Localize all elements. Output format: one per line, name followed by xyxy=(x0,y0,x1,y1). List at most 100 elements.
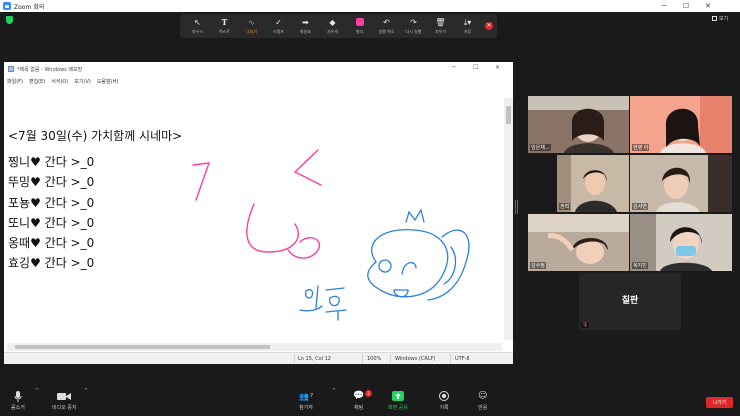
tool-arrow[interactable]: ➡ 화살표 xyxy=(292,15,319,37)
trash-icon: 🗑 xyxy=(435,17,446,27)
security-shield-icon[interactable] xyxy=(6,16,13,24)
divider xyxy=(362,354,363,363)
participant-tile[interactable]: 현영 이 xyxy=(630,96,732,153)
participant-name: 복지민 xyxy=(632,262,648,269)
stop-annotation-button[interactable]: ✕ xyxy=(485,22,493,30)
tool-text[interactable]: T 텍스트 xyxy=(211,15,238,37)
divider xyxy=(390,354,391,363)
pink-stroke-u xyxy=(246,203,299,253)
window-title: Zoom 회의 xyxy=(14,3,45,11)
tool-save[interactable]: ⤓▾ 저장 xyxy=(454,15,481,37)
chat-label: 채팅 xyxy=(354,405,364,411)
line-ending: Windows (CRLF) xyxy=(395,356,436,362)
annotation-drawing xyxy=(192,149,470,321)
muted-mic-icon: 🎙 xyxy=(581,322,590,328)
chevron-up-icon[interactable]: ^ xyxy=(84,388,88,394)
mute-label: 음소거 xyxy=(11,405,25,411)
pink-stroke-lt xyxy=(293,149,322,186)
participant-tile[interactable]: 김수정 xyxy=(528,214,629,271)
participant-name: 김서연 xyxy=(632,203,648,210)
record-label: 기록 xyxy=(439,405,449,411)
annotation-toolbar: ↖ 마우스 T 텍스트 ∿ 그리기 ✓ 스탬프 ➡ 화살표 ◆ 지우개 형식 ↶ 실행 취소 … xyxy=(180,14,497,38)
view-button[interactable]: 보기 xyxy=(712,15,728,22)
participants-label: 참가자 xyxy=(299,405,313,411)
chat-unread-badge: 2 xyxy=(365,390,372,397)
participant-tile[interactable]: 권혁 xyxy=(557,155,629,212)
scroll-thumb[interactable] xyxy=(15,345,270,349)
scroll-thumb[interactable] xyxy=(506,106,511,124)
microphone-icon xyxy=(14,390,22,402)
participant-tile[interactable]: 복지민 xyxy=(630,214,732,271)
video-label: 비디오 중지 xyxy=(52,405,77,411)
minimize-icon[interactable]: ─ xyxy=(654,0,674,12)
share-screen-button[interactable]: 화면 공유 xyxy=(388,390,408,411)
blue-ear-inner xyxy=(443,246,457,285)
participant-tile-video-off[interactable]: 칠판 🎙 xyxy=(579,273,681,330)
participants-count: 7 xyxy=(309,393,314,399)
blue-scribble-2 xyxy=(325,287,347,321)
participant-tile[interactable]: 김서연 xyxy=(630,155,732,212)
redo-icon: ↷ xyxy=(410,17,417,27)
stamp-icon: ✓ xyxy=(275,17,282,27)
notepad-horizontal-scrollbar[interactable] xyxy=(7,343,502,351)
notepad-vertical-scrollbar[interactable] xyxy=(504,98,513,340)
eraser-icon: ◆ xyxy=(329,17,336,27)
tool-mouse[interactable]: ↖ 마우스 xyxy=(184,15,211,37)
smiley-icon: ☺ xyxy=(478,391,488,401)
undo-icon: ↶ xyxy=(383,17,390,27)
reactions-label: 반응 xyxy=(478,405,488,411)
chevron-up-icon[interactable]: ^ xyxy=(332,388,336,394)
tool-redo[interactable]: ↷ 다시 실행 xyxy=(400,15,427,37)
participants-icon: 👥 7 xyxy=(299,391,314,401)
tool-stamp[interactable]: ✓ 스탬프 xyxy=(265,15,292,37)
divider xyxy=(294,354,295,363)
mute-button[interactable]: 음소거 xyxy=(11,390,25,411)
chat-icon: 💬 xyxy=(353,391,365,401)
maximize-icon[interactable]: ☐ xyxy=(676,0,696,12)
text-icon: T xyxy=(221,16,228,27)
blue-crown xyxy=(405,208,425,223)
mouse-pointer-icon: ↖ xyxy=(194,17,201,27)
divider xyxy=(450,354,451,363)
participants-button[interactable]: 👥 7 참가자 xyxy=(299,390,314,412)
chevron-up-icon[interactable]: ^ xyxy=(35,388,39,394)
participant-name: 권혁 xyxy=(559,203,571,210)
format-color-icon xyxy=(355,17,364,28)
chat-button[interactable]: 💬 2 채팅 xyxy=(353,390,372,411)
record-icon xyxy=(439,390,449,402)
record-button[interactable]: 기록 xyxy=(439,390,449,411)
notepad-status-bar: Ln 15, Col 12 100% Windows (CRLF) UTF-8 xyxy=(4,352,513,364)
notepad-window: *제목 없음 - Windows 메모장 ─ ☐ ✕ 파일(F) 편집(E) 서… xyxy=(4,62,513,364)
tool-undo[interactable]: ↶ 실행 취소 xyxy=(373,15,400,37)
blue-eye-left xyxy=(378,259,392,273)
arrow-icon: ➡ xyxy=(302,17,309,27)
zoom-level: 100% xyxy=(367,356,382,362)
stop-video-button[interactable]: 비디오 중지 xyxy=(52,390,77,411)
cursor-position: Ln 15, Col 12 xyxy=(298,356,331,362)
tool-format[interactable]: 형식 xyxy=(346,15,373,37)
participant-tile[interactable]: 임은채... xyxy=(528,96,629,153)
window-title-bar: Zoom 회의 ─ ☐ ✕ xyxy=(0,0,740,12)
pen-color-swatch xyxy=(355,17,364,26)
share-screen-icon xyxy=(392,390,404,402)
blue-ear xyxy=(427,229,470,301)
encoding: UTF-8 xyxy=(455,356,470,362)
blue-scribble-1 xyxy=(299,285,323,312)
participant-name-large: 칠판 xyxy=(621,296,639,306)
tool-clear[interactable]: 🗑 지우기 xyxy=(427,15,454,37)
meeting-toolbar: 음소거 ^ 비디오 중지 ^ 👥 7 참가자 ^ 💬 2 채팅 화면 공유 기록 … xyxy=(0,386,740,416)
tool-eraser[interactable]: ◆ 지우개 xyxy=(319,15,346,37)
zoom-logo-icon xyxy=(3,2,11,10)
video-camera-icon xyxy=(57,390,72,402)
blue-eye-right xyxy=(401,262,417,275)
reactions-button[interactable]: ☺ 반응 xyxy=(478,390,487,411)
share-label: 화면 공유 xyxy=(388,405,408,411)
panel-splitter[interactable] xyxy=(515,200,518,214)
tool-draw[interactable]: ∿ 그리기 xyxy=(238,15,265,37)
close-icon[interactable]: ✕ xyxy=(698,0,718,12)
draw-icon: ∿ xyxy=(248,17,255,27)
participant-name: 김수정 xyxy=(530,262,546,269)
view-button-label: 보기 xyxy=(719,16,729,22)
leave-button[interactable]: 나가기 xyxy=(706,397,733,408)
save-icon: ⤓▾ xyxy=(463,17,472,27)
